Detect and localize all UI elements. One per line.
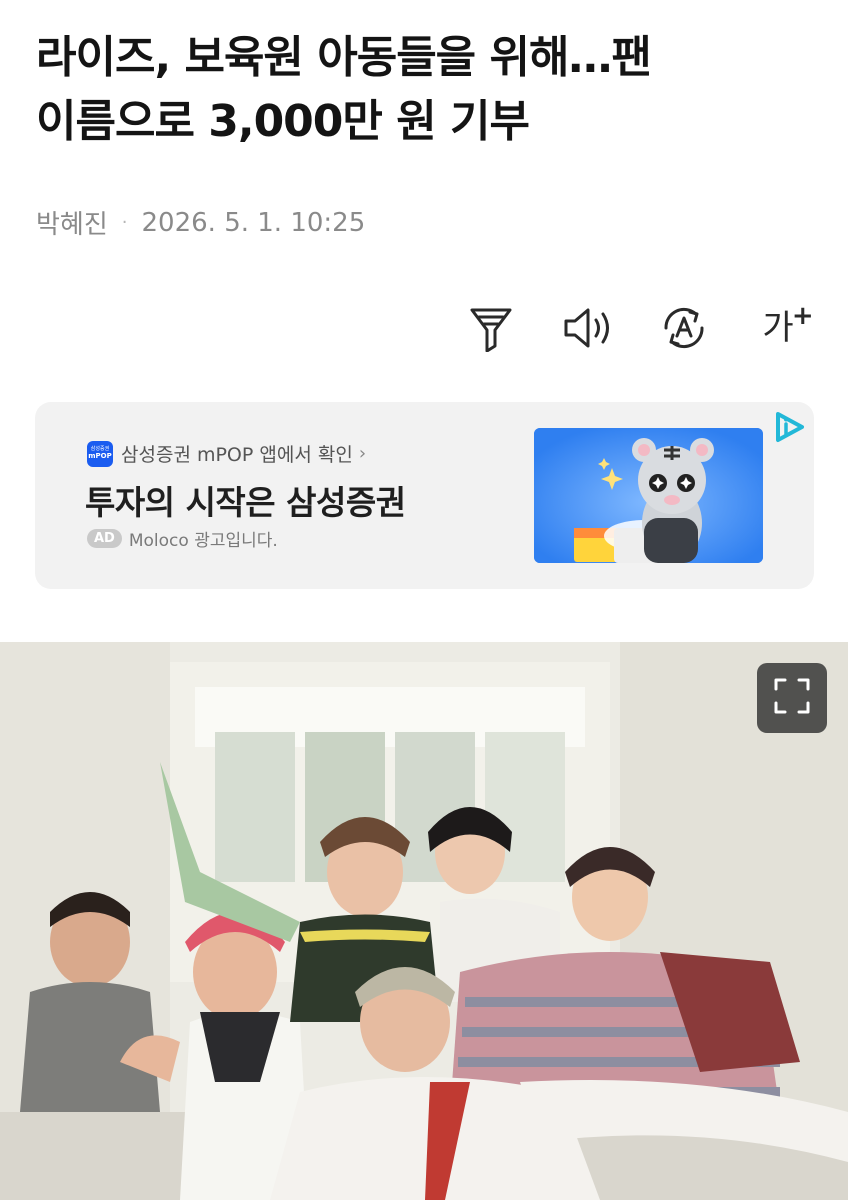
samsung-securities-logo: 삼성증권 mPOP	[87, 440, 113, 467]
author-name: 박혜진	[36, 210, 108, 240]
ad-headline: 투자의 시작은 삼성증권	[85, 483, 406, 522]
ad-logo-bottom-text: mPOP	[88, 452, 112, 460]
font-size-icon: 가 +	[762, 303, 813, 348]
ad-disclosure: AD Moloco 광고입니다.	[87, 526, 278, 551]
translate-button[interactable]	[656, 300, 712, 356]
font-size-button[interactable]: 가 +	[750, 300, 813, 356]
byline: 박혜진 · 2026. 5. 1. 10:25	[36, 204, 365, 241]
headline-line-1: 라이즈, 보육원 아동들을 위해…팬	[36, 32, 652, 83]
headline-line-2: 이름으로 3,000만 원 기부	[36, 96, 530, 147]
ad-choices-icon[interactable]	[772, 410, 806, 448]
ad-badge: AD	[87, 529, 122, 548]
ad-thumbnail[interactable]	[534, 428, 763, 563]
font-size-label: 가	[762, 308, 794, 348]
chevron-right-icon: ›	[358, 443, 367, 464]
ad-advertiser-text: Moloco 광고입니다.	[128, 531, 278, 551]
translate-icon	[660, 304, 708, 352]
fullscreen-button[interactable]	[757, 663, 827, 733]
filter-icon	[469, 304, 513, 352]
article-photo[interactable]	[0, 642, 848, 1200]
ad-source-text: 삼성증권 mPOP 앱에서 확인	[121, 444, 353, 466]
expand-icon	[772, 676, 812, 720]
font-size-plus: +	[791, 301, 814, 331]
group-photo-image	[0, 642, 848, 1200]
speaker-icon	[562, 306, 614, 350]
byline-separator: ·	[121, 212, 128, 233]
ad-source-link[interactable]: 삼성증권 mPOP 삼성증권 mPOP 앱에서 확인 ›	[87, 440, 366, 467]
filter-button[interactable]	[463, 300, 519, 356]
tiger-mascot-image	[534, 428, 763, 563]
read-aloud-button[interactable]	[560, 300, 616, 356]
ad-banner[interactable]: 삼성증권 mPOP 삼성증권 mPOP 앱에서 확인 › 투자의 시작은 삼성증…	[35, 402, 814, 589]
publish-datetime: 2026. 5. 1. 10:25	[141, 207, 366, 238]
article-headline: 라이즈, 보육원 아동들을 위해…팬 이름으로 3,000만 원 기부	[36, 26, 816, 154]
article-toolbar: 가 +	[0, 300, 848, 360]
